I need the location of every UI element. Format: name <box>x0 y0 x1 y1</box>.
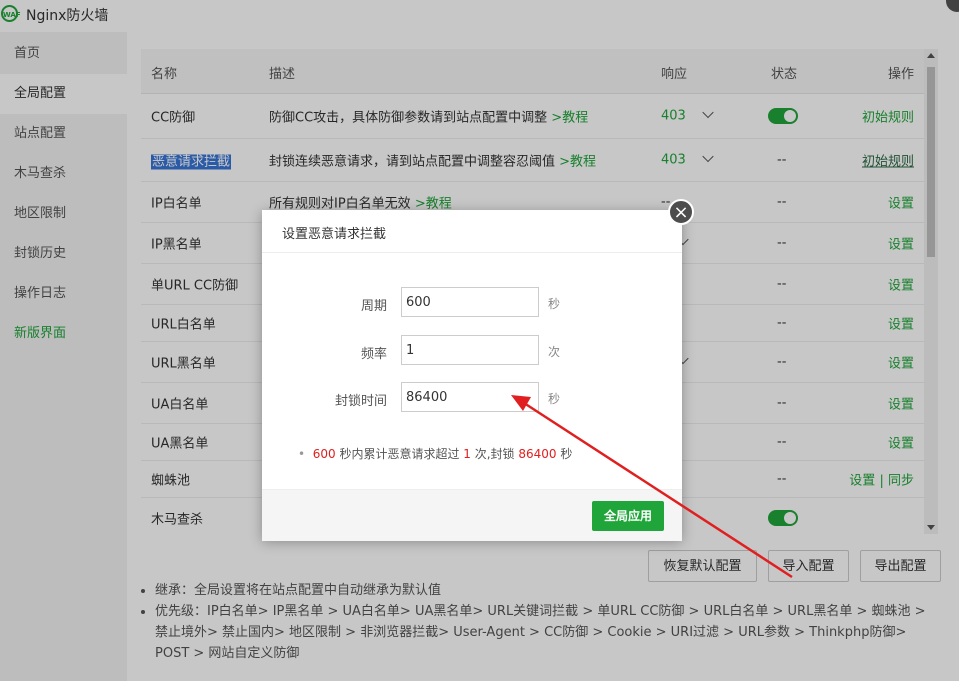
frequency-unit: 次 <box>548 345 561 359</box>
period-unit: 秒 <box>548 297 561 311</box>
dialog-header: 设置恶意请求拦截 <box>262 210 682 253</box>
block-time-unit: 秒 <box>548 392 561 406</box>
block-time-input[interactable] <box>401 382 539 412</box>
close-icon[interactable]: × <box>668 199 694 225</box>
period-label: 周期 <box>360 299 387 314</box>
period-input[interactable] <box>401 287 539 317</box>
frequency-label: 频率 <box>360 347 387 362</box>
malicious-request-dialog: 设置恶意请求拦截 周期 秒 频率 次 封锁时间 秒 • 600 秒内累计恶意请求… <box>262 210 682 541</box>
dialog-tip: • 600 秒内累计恶意请求超过 1 次,封锁 86400 秒 <box>298 447 573 461</box>
dialog-title: 设置恶意请求拦截 <box>282 227 387 242</box>
frequency-input[interactable] <box>401 335 539 365</box>
global-apply-button[interactable]: 全局应用 <box>592 501 664 531</box>
block-time-label: 封锁时间 <box>334 394 387 409</box>
dialog-footer: 全局应用 <box>262 489 682 541</box>
